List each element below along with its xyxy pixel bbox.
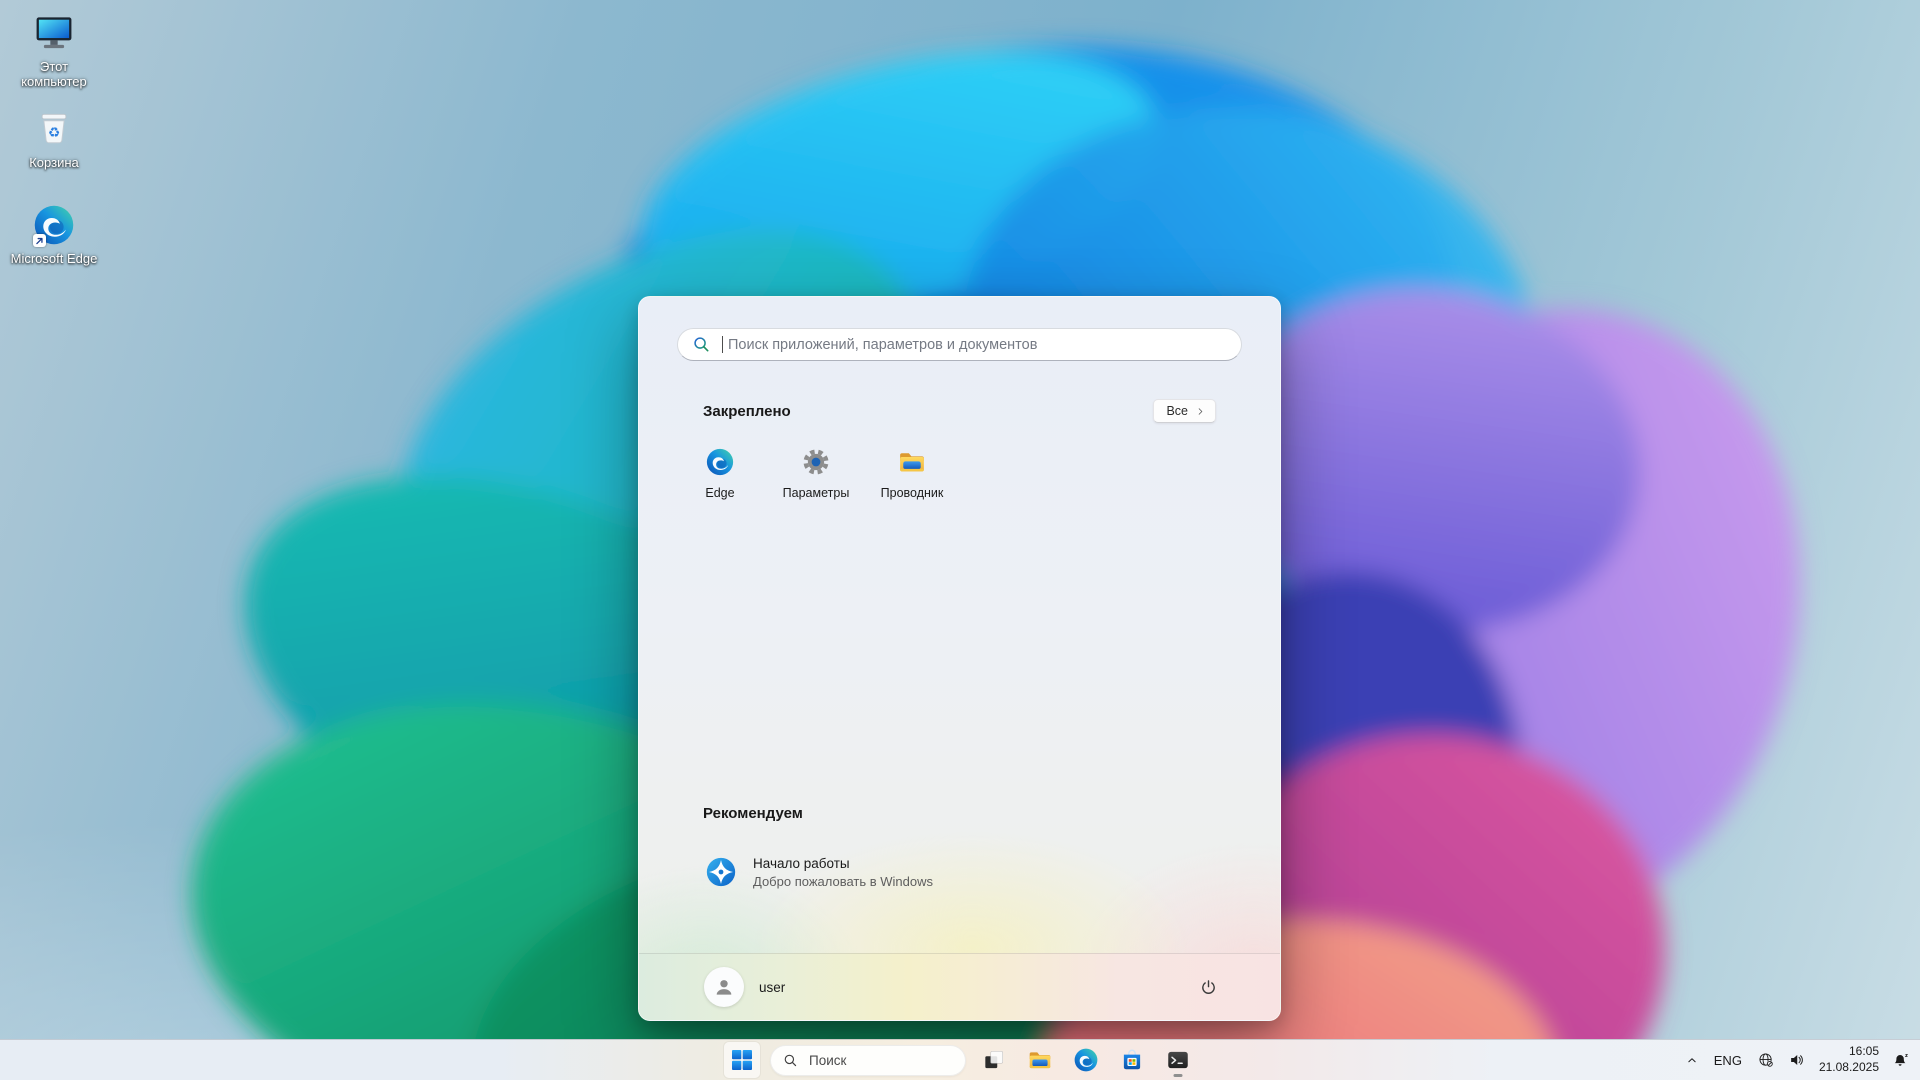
desktop-icon-this-pc[interactable]: Этот компьютер	[8, 10, 100, 106]
avatar	[704, 967, 744, 1007]
taskbar-search-input[interactable]	[807, 1052, 988, 1069]
language-indicator[interactable]: ENG	[1712, 1042, 1744, 1078]
start-button[interactable]	[724, 1042, 760, 1078]
user-profile-button[interactable]: user	[694, 967, 795, 1007]
desktop-icon-list: Этот компьютер Корзина Microsoft Edge	[8, 10, 100, 298]
file-explorer-button[interactable]	[1022, 1042, 1058, 1078]
store-icon	[1119, 1047, 1145, 1073]
all-apps-label: Все	[1166, 404, 1188, 418]
clock-date: 21.08.2025	[1819, 1060, 1879, 1076]
windows-start-icon	[732, 1050, 752, 1070]
pinned-header-row: Закреплено Все	[703, 399, 1216, 423]
terminal-icon	[1165, 1047, 1191, 1073]
bell-dnd-icon	[1892, 1051, 1910, 1069]
settings-gear-icon	[801, 447, 831, 477]
chevron-up-icon	[1685, 1053, 1699, 1067]
clock[interactable]: 16:05 21.08.2025	[1819, 1044, 1879, 1075]
system-tray: ENG 16:05 21.08.2025	[1685, 1040, 1910, 1080]
taskbar-search-box[interactable]	[770, 1045, 966, 1076]
network-button[interactable]	[1757, 1042, 1775, 1078]
pinned-app-label: Параметры	[783, 486, 850, 500]
pinned-app-label: Edge	[705, 486, 734, 500]
desktop-icon-edge[interactable]: Microsoft Edge	[8, 202, 100, 298]
chevron-right-icon	[1195, 406, 1206, 417]
all-apps-button[interactable]: Все	[1153, 399, 1216, 423]
search-icon	[692, 335, 711, 354]
edge-button[interactable]	[1068, 1042, 1104, 1078]
volume-icon	[1788, 1051, 1806, 1069]
user-name: user	[759, 980, 785, 995]
running-indicator	[1174, 1074, 1183, 1077]
start-search-box[interactable]	[677, 328, 1242, 361]
recycle-bin-icon	[31, 106, 77, 152]
edge-icon	[705, 447, 735, 477]
pinned-section-title: Закреплено	[703, 403, 791, 420]
notifications-button[interactable]	[1892, 1042, 1910, 1078]
start-menu-footer: user	[639, 953, 1280, 1020]
recommended-item-text: Начало работы Добро пожаловать в Windows	[753, 856, 933, 889]
recommended-item-title: Начало работы	[753, 856, 933, 871]
pinned-apps-grid: Edge Параметры Проводник	[672, 435, 960, 523]
taskbar: ENG 16:05 21.08.2025	[0, 1039, 1920, 1080]
folder-icon	[897, 447, 927, 477]
show-hidden-icons-button[interactable]	[1685, 1042, 1699, 1078]
power-icon	[1198, 977, 1219, 998]
pinned-app-settings[interactable]: Параметры	[768, 435, 864, 523]
get-started-icon	[704, 855, 738, 889]
edge-icon	[1073, 1047, 1099, 1073]
globe-offline-icon	[1757, 1051, 1775, 1069]
pinned-app-edge[interactable]: Edge	[672, 435, 768, 523]
person-icon	[711, 974, 737, 1000]
edge-icon	[31, 202, 77, 248]
text-caret	[722, 336, 723, 353]
power-button[interactable]	[1186, 967, 1230, 1007]
pinned-app-explorer[interactable]: Проводник	[864, 435, 960, 523]
task-view-button[interactable]	[976, 1042, 1012, 1078]
task-view-icon	[981, 1047, 1007, 1073]
volume-button[interactable]	[1788, 1042, 1806, 1078]
recommended-section-title: Рекомендуем	[703, 805, 803, 822]
monitor-icon	[31, 10, 77, 56]
desktop-icon-recycle-bin[interactable]: Корзина	[8, 106, 100, 202]
terminal-button[interactable]	[1160, 1042, 1196, 1078]
file-explorer-icon	[1027, 1047, 1053, 1073]
pinned-app-label: Проводник	[881, 486, 944, 500]
start-menu: Закреплено Все Edge Параметры Проводник …	[638, 296, 1281, 1021]
desktop-icon-label: Этот компьютер	[8, 59, 100, 90]
search-icon	[783, 1053, 798, 1068]
desktop-icon-label: Корзина	[29, 155, 79, 170]
start-search-input[interactable]	[726, 336, 1227, 354]
recommended-item-get-started[interactable]: Начало работы Добро пожаловать в Windows	[679, 841, 1059, 903]
taskbar-center-group	[724, 1040, 1196, 1080]
recommended-item-subtitle: Добро пожаловать в Windows	[753, 874, 933, 889]
shortcut-arrow-icon	[33, 234, 46, 247]
store-button[interactable]	[1114, 1042, 1150, 1078]
clock-time: 16:05	[1819, 1044, 1879, 1060]
desktop-icon-label: Microsoft Edge	[11, 251, 98, 266]
